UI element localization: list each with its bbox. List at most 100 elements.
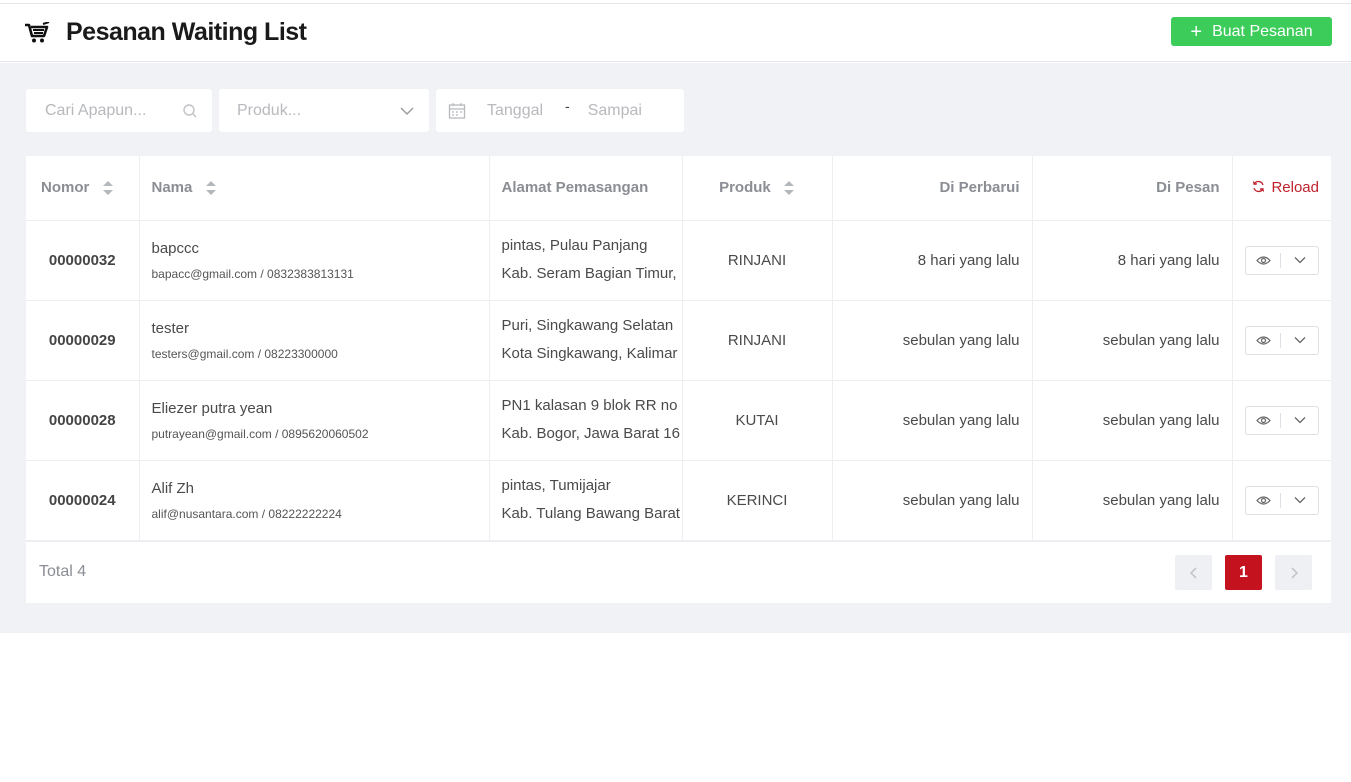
table-row: 00000028 Eliezer putra yean putrayean@gmai…: [26, 380, 1331, 461]
customer-contact: alif@nusantara.com / 08222222224: [151, 506, 342, 521]
more-actions-dropdown[interactable]: [1281, 336, 1318, 344]
sort-icon: [205, 180, 216, 195]
customer-name: Eliezer putra yean: [151, 399, 273, 417]
ordered-cell: sebulan yang lalu: [1032, 380, 1233, 461]
prev-page-button[interactable]: [1175, 555, 1212, 590]
chevron-down-icon: [1294, 417, 1305, 424]
address-line-1: pintas, Pulau Panjang: [501, 237, 648, 254]
sort-icon: [102, 180, 113, 195]
main-content: Cari Apapun... Produk... Tanggal - Sampa…: [0, 63, 1351, 633]
page-title: Pesanan Waiting List: [66, 18, 307, 46]
chevron-down-icon: [1294, 337, 1305, 344]
address-cell: pintas, Pulau Panjang Kab. Seram Bagian T…: [489, 220, 683, 301]
actions-cell: [1232, 220, 1331, 301]
row-action-group: [1245, 485, 1319, 515]
address-cell: Puri, Singkawang Selatan Kota Singkawang,…: [489, 300, 683, 381]
orders-table: Nomor Nama Alamat Pemasangan Produk Di P…: [26, 156, 1331, 541]
next-page-button[interactable]: [1275, 555, 1312, 590]
chevron-left-icon: [1189, 566, 1197, 579]
updated-cell: sebulan yang lalu: [832, 380, 1033, 461]
ordered-cell: sebulan yang lalu: [1032, 460, 1233, 541]
sort-icon: [783, 180, 794, 195]
calendar-icon: [448, 102, 466, 119]
view-button[interactable]: [1246, 412, 1281, 428]
page-header: Pesanan Waiting List + Buat Pesanan: [0, 4, 1351, 62]
customer-contact: testers@gmail.com / 08223300000: [151, 346, 338, 361]
search-input[interactable]: Cari Apapun...: [26, 89, 212, 132]
table-footer: Total 4 1: [26, 541, 1331, 603]
customer-cell: bapccc bapacc@gmail.com / 0832383813131: [139, 220, 490, 301]
search-placeholder: Cari Apapun...: [45, 101, 147, 119]
more-actions-dropdown[interactable]: [1281, 496, 1318, 504]
product-select[interactable]: Produk...: [219, 89, 429, 132]
col-header-nomor[interactable]: Nomor: [26, 156, 140, 221]
order-number: 00000029: [26, 300, 140, 381]
product-cell: RINJANI: [682, 220, 833, 301]
total-count: Total 4: [39, 563, 87, 580]
product-cell: RINJANI: [682, 300, 833, 381]
row-action-group: [1245, 325, 1319, 355]
col-header-diperbarui: Di Perbarui: [832, 156, 1033, 221]
eye-icon: [1255, 255, 1271, 265]
col-header-dipesan: Di Pesan: [1032, 156, 1233, 221]
product-cell: KERINCI: [682, 460, 833, 541]
row-action-group: [1245, 245, 1319, 275]
create-order-label: Buat Pesanan: [1212, 22, 1313, 40]
more-actions-dropdown[interactable]: [1281, 416, 1318, 424]
customer-cell: Alif Zh alif@nusantara.com / 08222222224: [139, 460, 490, 541]
customer-cell: tester testers@gmail.com / 08223300000: [139, 300, 490, 381]
view-button[interactable]: [1246, 332, 1281, 348]
col-header-nama[interactable]: Nama: [139, 156, 490, 221]
customer-cell: Eliezer putra yean putrayean@gmail.com / …: [139, 380, 490, 461]
row-action-group: [1245, 405, 1319, 435]
reload-button[interactable]: Reload: [1232, 156, 1331, 221]
updated-cell: sebulan yang lalu: [832, 300, 1033, 381]
chevron-down-icon: [1294, 257, 1305, 264]
address-line-2: Kab. Tulang Bawang Barat: [501, 505, 680, 522]
address-cell: pintas, Tumijajar Kab. Tulang Bawang Bara…: [489, 460, 683, 541]
updated-cell: 8 hari yang lalu: [832, 220, 1033, 301]
plus-icon: +: [1190, 20, 1203, 43]
actions-cell: [1232, 460, 1331, 541]
reload-icon: [1253, 181, 1265, 193]
order-number: 00000032: [26, 220, 140, 301]
product-cell: KUTAI: [682, 380, 833, 461]
customer-name: Alif Zh: [151, 479, 195, 497]
table-row: 00000032 bapccc bapacc@gmail.com / 0832383…: [26, 220, 1331, 301]
customer-name: bapccc: [151, 239, 200, 257]
customer-contact: putrayean@gmail.com / 0895620060502: [151, 426, 369, 441]
address-line-2: Kab. Seram Bagian Timur,: [501, 265, 677, 282]
customer-contact: bapacc@gmail.com / 0832383813131: [151, 266, 354, 281]
address-line-1: PN1 kalasan 9 blok RR no: [501, 397, 678, 414]
address-line-1: Puri, Singkawang Selatan: [501, 317, 674, 334]
address-cell: PN1 kalasan 9 blok RR no Kab. Bogor, Jawa…: [489, 380, 683, 461]
create-order-button[interactable]: + Buat Pesanan: [1171, 17, 1332, 46]
chevron-down-icon: [400, 106, 414, 115]
view-button[interactable]: [1246, 492, 1281, 508]
chevron-down-icon: [1294, 497, 1305, 504]
ordered-cell: sebulan yang lalu: [1032, 300, 1233, 381]
col-header-alamat: Alamat Pemasangan: [489, 156, 683, 221]
date-start-input[interactable]: Tanggal: [487, 102, 543, 120]
updated-cell: sebulan yang lalu: [832, 460, 1033, 541]
date-range-picker[interactable]: Tanggal - Sampai: [436, 89, 684, 132]
eye-icon: [1255, 495, 1271, 505]
address-line-2: Kota Singkawang, Kalimar: [501, 345, 678, 362]
product-placeholder: Produk...: [237, 101, 302, 119]
search-icon: [183, 103, 197, 117]
table-row: 00000024 Alif Zh alif@nusantara.com / 0822…: [26, 460, 1331, 541]
address-line-2: Kab. Bogor, Jawa Barat 16: [501, 425, 680, 442]
order-number: 00000024: [26, 460, 140, 541]
table-header-row: Nomor Nama Alamat Pemasangan Produk Di P…: [26, 156, 1331, 221]
actions-cell: [1232, 380, 1331, 461]
eye-icon: [1255, 415, 1271, 425]
table-row: 00000029 tester testers@gmail.com / 082233…: [26, 300, 1331, 381]
col-header-produk[interactable]: Produk: [682, 156, 833, 221]
date-end-input[interactable]: Sampai: [588, 102, 642, 120]
view-button[interactable]: [1246, 252, 1281, 268]
more-actions-dropdown[interactable]: [1281, 256, 1318, 264]
address-line-1: pintas, Tumijajar: [501, 477, 611, 494]
date-separator: -: [565, 97, 570, 114]
page-1-button[interactable]: 1: [1225, 555, 1262, 590]
customer-name: tester: [151, 319, 190, 337]
